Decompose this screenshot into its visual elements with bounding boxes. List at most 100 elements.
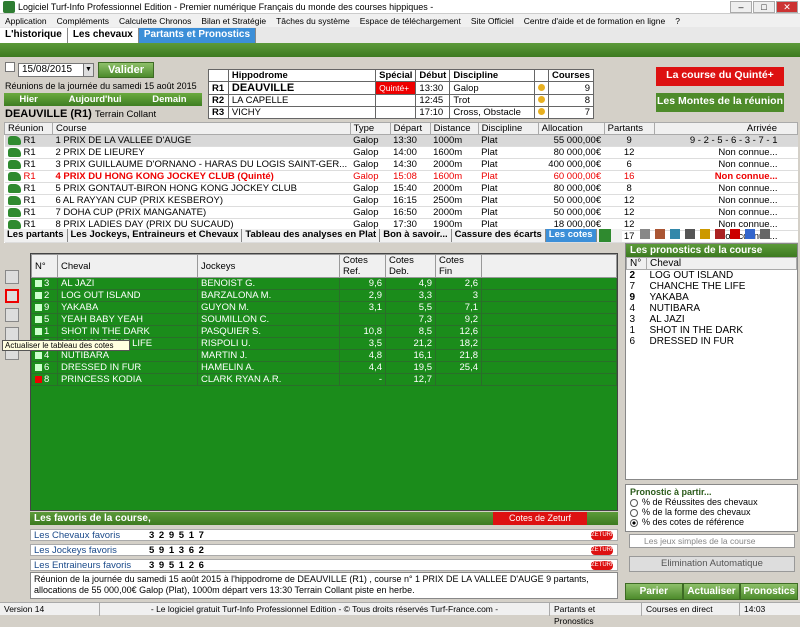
odds-filler [481,313,617,326]
cell: R2 [208,94,229,107]
menu-item-taches[interactable]: Tâches du système [271,16,355,26]
tool-icon[interactable] [760,229,770,239]
tool-icon[interactable] [655,229,665,239]
odds-n: 3 [31,277,58,290]
radio-icon[interactable] [630,498,638,507]
odds-deb: 4,9 [385,277,436,290]
tool-icon[interactable] [700,229,710,239]
excel-icon[interactable] [5,327,19,341]
yesterday-button[interactable]: Hier [19,94,37,105]
zeturf-odds-button[interactable]: Cotes de Zeturf [493,512,587,525]
tab-les-partants[interactable]: Les partants [4,229,68,242]
tomorrow-button[interactable]: Demain [152,94,186,105]
tab-cassure[interactable]: Cassure des écarts [452,229,546,242]
odds-number: 8 [44,374,50,385]
tab-chevaux[interactable]: Les chevaux [67,28,139,43]
tool-icon[interactable] [640,229,650,239]
tool-icon[interactable] [745,229,755,239]
pronostic-row[interactable]: 4 NUTIBARA [627,303,797,314]
race-row[interactable]: R1 3 PRIX GUILLAUME D'ORNANO - HARAS DU L… [4,158,798,171]
odds-row[interactable]: 4 NUTIBARA MARTIN J. 4,8 16,1 21,8 [31,349,617,362]
odds-row[interactable]: 1 SHOT IN THE DARK PASQUIER S. 10,8 8,5 12,6 [31,325,617,338]
tool-icon[interactable] [715,229,725,239]
favorites-row[interactable]: Les Chevaux favoris 3 2 9 5 1 7 ZETURF [30,529,618,541]
menu-item-telechargement[interactable]: Espace de téléchargement [355,16,466,26]
menu-item-bilan[interactable]: Bilan et Stratégie [196,16,271,26]
race-row[interactable]: R1 6 AL RAYYAN CUP (PRIX KESBEROY) Galop 16… [4,194,798,207]
trend-icon [35,315,42,323]
zeturf-badge[interactable]: ZETURF [591,531,615,540]
cell: Galop [449,81,535,95]
simple-bets-field[interactable]: Les jeux simples de la course [629,534,795,548]
odds-n: 6 [31,361,58,374]
odds-row[interactable]: 5 YEAH BABY YEAH SOUMILLON C. 7,3 9,2 [31,313,617,326]
race-row[interactable]: R1 2 PRIX DE LIEUREY Galop 14:00 1600m Plat 80… [4,146,798,159]
race-reunion: R1 [4,146,53,159]
race-row[interactable]: R1 1 PRIX DE LA VALLEE D'AUGE Galop 13:30 10… [4,134,798,147]
montes-button[interactable]: Les Montes de la réunion [656,93,784,112]
odds-row[interactable]: 8 PRINCESS KODIA CLARK RYAN A.R. -12,7 [31,373,617,386]
elimination-button[interactable]: Elimination Automatique [629,556,795,572]
race-row[interactable]: R1 4 PRIX DU HONG KONG JOCKEY CLUB (Quint… [4,170,798,183]
refresh-odds-icon[interactable] [5,289,19,303]
table-row[interactable]: R2 LA CAPELLE 12:45 Trot 8 [208,94,595,107]
odds-row[interactable]: 9 YAKABA GUYON M. 3,1 5,5 7,1 [31,301,617,314]
menu-item-application[interactable]: Application [0,16,52,26]
odds-row[interactable]: 3 AL JAZI BENOIST G. 9,6 4,9 2,6 [31,277,617,290]
export-icon[interactable] [5,270,19,284]
tool-icon[interactable] [685,229,695,239]
radio-icon[interactable] [630,518,638,527]
status-copyright: - Le logiciel gratuit Turf-Info Professi… [100,602,550,616]
actualiser-button[interactable]: Actualiser [682,583,741,600]
tab-analyses[interactable]: Tableau des analyses en Plat [242,229,381,242]
quinte-race-button[interactable]: La course du Quinté+ [656,67,784,86]
race-row[interactable]: R1 7 DOHA CUP (PRIX MANGANATE) Galop 16:50 2… [4,206,798,219]
radio-icon[interactable] [630,508,638,517]
close-button[interactable]: ✕ [776,1,798,13]
parier-button[interactable]: Parier [625,583,683,600]
menu-item-site[interactable]: Site Officiel [466,16,519,26]
favorites-row[interactable]: Les Jockeys favoris 5 9 1 3 6 2 ZETURF [30,544,618,556]
race-row[interactable]: R1 5 PRIX GONTAUT-BIRON HONG KONG JOCKEY … [4,182,798,195]
favorites-row[interactable]: Les Entraineurs favoris 3 9 5 1 2 6 ZETU… [30,559,618,571]
pronostic-row[interactable]: 9 YAKABA [627,292,797,303]
zeturf-badge[interactable]: ZETURF [591,561,615,570]
validate-button[interactable]: Valider [98,62,154,78]
maximize-button[interactable]: □ [753,1,775,13]
option-cotes[interactable]: % des cotes de référence [630,517,793,527]
col-header: Cotes Deb. [385,254,436,278]
cell: VICHY [227,106,377,119]
tab-historique[interactable]: L'historique [0,28,68,43]
tab-bon-a-savoir[interactable]: Bon à savoir... [380,229,452,242]
pronostic-row[interactable]: 2 LOG OUT ISLAND [627,270,797,281]
today-button[interactable]: Aujourd'hui [69,94,122,105]
table-row[interactable]: R1 DEAUVILLE Quinté+ 13:30 Galop 9 [208,81,595,95]
odds-row[interactable]: 2 LOG OUT ISLAND BARZALONA M. 2,9 3,3 3 [31,289,617,302]
table-row[interactable]: R3 VICHY 17:10 Cross, Obstacle 7 [208,106,595,119]
pronostics-button[interactable]: Pronostics [740,583,799,600]
tool-icon[interactable] [730,229,740,239]
tab-partants[interactable]: Partants et Pronostics [138,28,257,43]
list-icon[interactable] [5,308,19,322]
menu-item-aide[interactable]: Centre d'aide et de formation en ligne [519,16,671,26]
option-forme[interactable]: % de la forme des chevaux [630,507,793,517]
minimize-button[interactable]: – [730,1,752,13]
date-dropdown-icon[interactable]: ▼ [83,64,93,76]
horse-icon [7,159,21,169]
tab-jockeys[interactable]: Les Jockeys, Entraineurs et Chevaux [68,229,243,242]
tab-les-cotes[interactable]: Les cotes [545,229,597,242]
odds-row[interactable]: 6 DRESSED IN FUR HAMELIN A. 4,4 19,5 25,4 [31,361,617,374]
menu-item-help[interactable]: ? [670,16,685,26]
zeturf-badge[interactable]: ZETURF [591,546,615,555]
option-reussites[interactable]: % de Réussites des chevaux [630,497,793,507]
pronostic-row[interactable]: 6 DRESSED IN FUR [627,336,797,347]
pronostic-row[interactable]: 3 AL JAZI [627,314,797,325]
odds-ref: 9,6 [339,277,386,290]
menu-item-complements[interactable]: Compléments [52,16,114,26]
tool-icon[interactable] [670,229,680,239]
calendar-icon[interactable] [5,62,15,72]
odds-cheval: YEAH BABY YEAH [57,313,198,326]
menu-item-calculette[interactable]: Calculette Chronos [114,16,196,26]
pronostic-row[interactable]: 1 SHOT IN THE DARK [627,325,797,336]
pronostic-row[interactable]: 7 CHANCHE THE LIFE [627,281,797,292]
